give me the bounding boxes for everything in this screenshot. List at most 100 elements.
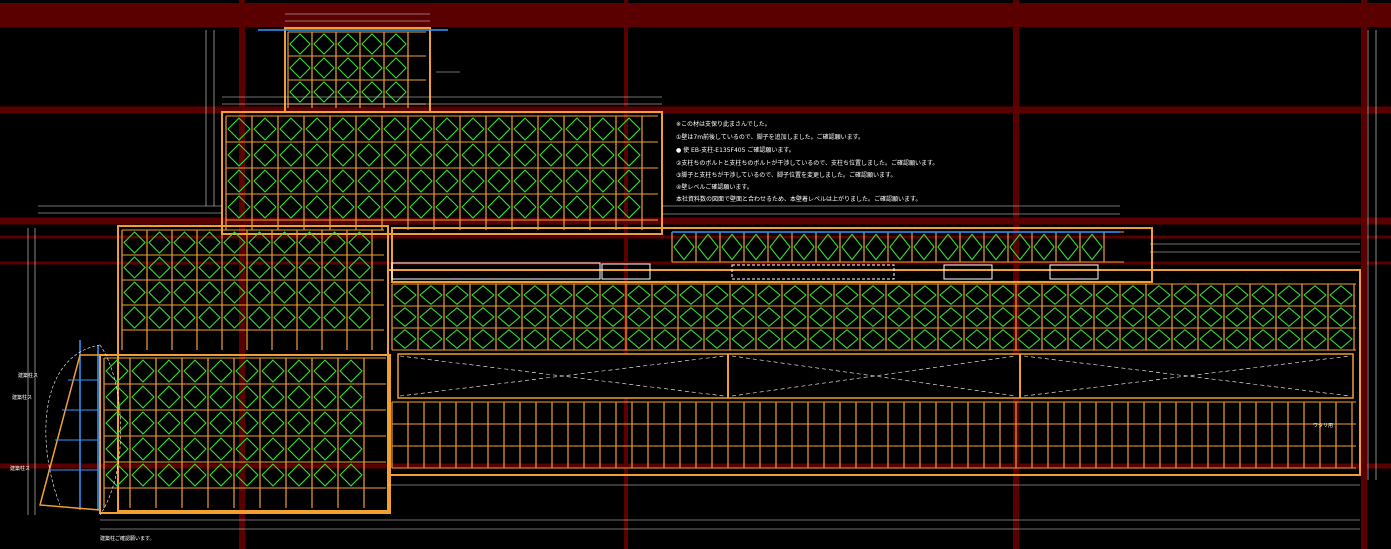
scaffold-brace	[383, 195, 407, 219]
scaffold-brace	[861, 329, 885, 349]
scaffold-brace	[591, 143, 615, 167]
scaffold-brace	[287, 411, 311, 435]
scaffold-brace	[601, 285, 625, 305]
scaffold-brace	[148, 306, 171, 329]
open-bay-area	[397, 353, 1354, 399]
left-label-2: 建築柱ス	[12, 395, 33, 401]
scaffold-brace	[575, 329, 599, 349]
scaffold-brace	[131, 385, 155, 409]
scaffold-brace	[383, 117, 407, 141]
wing-outline	[39, 354, 101, 511]
scaffold-brace	[279, 195, 303, 219]
scaffold-brace	[601, 307, 625, 327]
scaffold-brace	[253, 169, 277, 193]
scaffold-brace	[809, 307, 833, 327]
scaffold-brace	[1121, 329, 1145, 349]
scaffold-brace	[1251, 285, 1275, 305]
scaffold-brace	[1303, 329, 1327, 349]
scaffold-brace	[435, 117, 459, 141]
scaffold-brace	[273, 256, 296, 279]
scaffold-brace	[339, 385, 363, 409]
scaffold-brace	[339, 411, 363, 435]
scaffold-brace	[497, 307, 521, 327]
scaffold-brace	[173, 306, 196, 329]
scaffold-brace	[419, 285, 443, 305]
scaffold-brace	[331, 195, 355, 219]
scaffold-brace	[1173, 307, 1197, 327]
scaffold-brace	[289, 33, 311, 55]
corridor-box-3	[731, 264, 895, 280]
scaffold-brace	[965, 329, 989, 349]
scaffold-brace	[1173, 285, 1197, 305]
scaffold-brace	[157, 359, 181, 383]
scaffold-brace	[248, 256, 271, 279]
scaffold-brace	[183, 385, 207, 409]
scaffold-brace	[248, 306, 271, 329]
scaffold-brace	[1043, 329, 1067, 349]
scaffold-brace	[497, 285, 521, 305]
scaffold-brace	[1329, 285, 1353, 305]
scaffold-brace	[1251, 329, 1275, 349]
scaffold-brace	[361, 33, 383, 55]
scaffold-brace	[809, 285, 833, 305]
left-label-3: 建築柱ス	[10, 466, 31, 472]
scaffold-brace	[419, 329, 443, 349]
scaffold-brace	[331, 143, 355, 167]
scaffold-brace	[248, 231, 271, 254]
scaffold-brace	[123, 231, 146, 254]
scaffold-brace	[445, 285, 469, 305]
scaffold-brace	[331, 117, 355, 141]
scaffold-brace	[601, 329, 625, 349]
scaffold-brace	[861, 285, 885, 305]
scaffold-brace	[409, 195, 433, 219]
left-label-1: 建築柱ス	[18, 373, 39, 379]
scaffold-brace	[835, 307, 859, 327]
scaffold-brace	[273, 281, 296, 304]
scaffold-brace	[731, 307, 755, 327]
scaffold-brace	[183, 411, 207, 435]
scaffold-brace	[298, 281, 321, 304]
scaffold-brace	[198, 231, 221, 254]
wing-arc	[45, 344, 101, 506]
scaffold-brace	[1173, 329, 1197, 349]
scaffold-brace	[653, 285, 677, 305]
scaffold-brace	[461, 195, 485, 219]
scaffold-brace	[617, 143, 641, 167]
scaffold-brace	[419, 307, 443, 327]
scaffold-brace	[357, 143, 381, 167]
scaffold-brace	[313, 437, 337, 461]
scaffold-brace	[1251, 307, 1275, 327]
scaffold-brace	[1303, 285, 1327, 305]
scaffold-brace	[575, 307, 599, 327]
scaffold-brace	[183, 437, 207, 461]
scaffold-brace	[209, 411, 233, 435]
scaffold-brace	[1147, 329, 1171, 349]
scaffold-brace	[273, 306, 296, 329]
scaffold-brace	[539, 117, 563, 141]
scaffold-brace	[445, 307, 469, 327]
scaffold-brace	[209, 385, 233, 409]
scaffold-brace	[783, 329, 807, 349]
scaffold-brace	[679, 329, 703, 349]
scaffold-brace	[279, 117, 303, 141]
scaffold-brace	[757, 329, 781, 349]
scaffold-brace	[123, 281, 146, 304]
scaffold-brace	[1147, 307, 1171, 327]
note-line-5: ③脚子と支柱ちが干渉しているので、脚子位置を変更しました。ご確認願います。	[676, 172, 897, 179]
scaffold-brace	[617, 169, 641, 193]
note-line-2: ①壁は7m前後しているので、脚子を追加しました。ご確認願います。	[676, 134, 865, 141]
scaffold-brace	[305, 143, 329, 167]
scaffold-brace	[461, 169, 485, 193]
scaffold-brace	[313, 385, 337, 409]
scaffold-brace	[549, 329, 573, 349]
right-tag: ワタリ用	[1313, 423, 1334, 429]
scaffold-brace	[627, 329, 651, 349]
scaffold-brace	[289, 57, 311, 79]
scaffold-brace	[385, 81, 407, 103]
scaffold-brace	[1329, 329, 1353, 349]
scaffold-brace	[157, 385, 181, 409]
scaffold-brace	[539, 169, 563, 193]
note-line-1: ※この材は支保り此まさんでした。	[676, 121, 771, 128]
scaffold-brace	[361, 57, 383, 79]
scaffold-brace	[313, 57, 335, 79]
